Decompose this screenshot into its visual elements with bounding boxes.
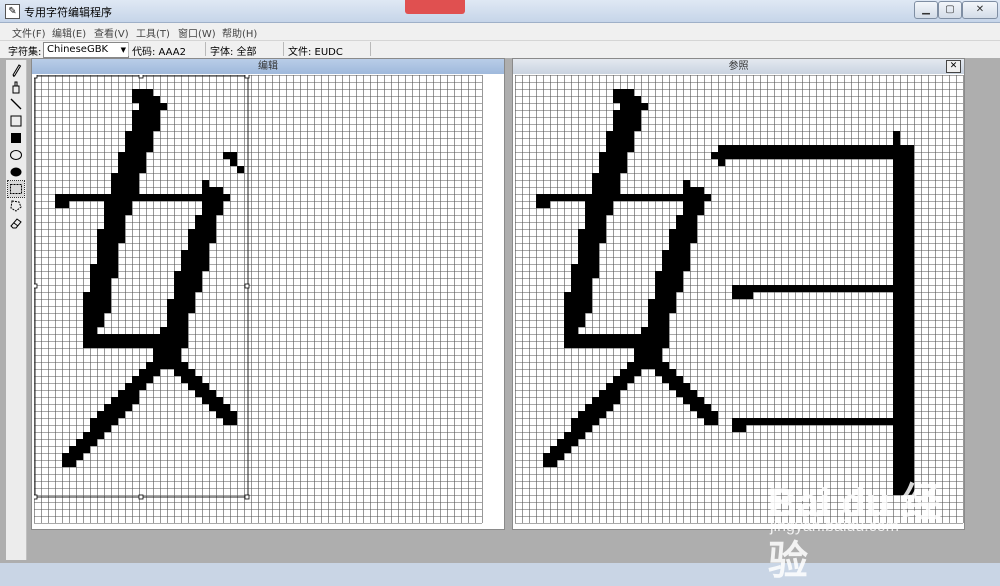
edit-panel: 编辑: [31, 58, 505, 530]
line-icon[interactable]: [8, 96, 24, 112]
charset-select[interactable]: ChineseGBK ▼: [43, 42, 129, 58]
eraser-icon[interactable]: [8, 215, 24, 231]
tool-palette: [6, 60, 27, 560]
divider: [128, 42, 129, 56]
divider: [283, 42, 284, 56]
selection-handle[interactable]: [244, 283, 250, 289]
selection-handle[interactable]: [244, 75, 250, 79]
menu-bar: 文件(F) 编辑(E) 查看(V) 工具(T) 窗口(W) 帮助(H): [0, 23, 1000, 41]
menu-file[interactable]: 文件(F): [12, 25, 46, 40]
selection-handle[interactable]: [34, 494, 38, 500]
reference-grid: [515, 75, 964, 524]
minimize-button[interactable]: ▁: [914, 1, 938, 19]
pencil-icon[interactable]: [8, 62, 24, 78]
baidu-watermark: Bai du 经验 jingyan.baidu.com: [760, 470, 950, 583]
app-icon: ✎: [5, 4, 20, 19]
rectangle-icon[interactable]: [8, 113, 24, 129]
font-readout: 字体: 全部: [210, 47, 257, 58]
menu-tools[interactable]: 工具(T): [136, 25, 170, 40]
code-readout: 代码: AAA2: [132, 47, 186, 58]
selection-handle[interactable]: [34, 283, 38, 289]
reference-panel: 参照 ✕: [512, 58, 965, 530]
selection-handle[interactable]: [244, 494, 250, 500]
ellipse-icon[interactable]: [8, 147, 24, 163]
brush-icon[interactable]: [8, 79, 24, 95]
charset-value: ChineseGBK: [47, 44, 109, 55]
watermark-url: jingyan.baidu.com: [770, 518, 899, 535]
selection-handle[interactable]: [34, 75, 38, 79]
rect-select-icon[interactable]: [7, 180, 25, 198]
info-bar: 字符集: ChineseGBK ▼ 代码: AAA2 字体: 全部 文件: EU…: [0, 41, 1000, 59]
freeform-select-icon[interactable]: [8, 198, 24, 214]
reference-panel-title: 参照: [513, 59, 964, 74]
window-title: 专用字符编辑程序: [24, 6, 112, 19]
menu-edit[interactable]: 编辑(E): [52, 25, 86, 40]
edit-grid[interactable]: [34, 75, 484, 525]
chevron-down-icon: ▼: [120, 46, 126, 54]
filled-ellipse-icon[interactable]: [8, 164, 24, 180]
selection-handle[interactable]: [138, 75, 144, 79]
menu-view[interactable]: 查看(V): [94, 25, 129, 40]
reference-close-button[interactable]: ✕: [946, 60, 961, 73]
divider: [370, 42, 371, 56]
close-button[interactable]: ✕: [962, 1, 998, 19]
file-readout: 文件: EUDC: [288, 47, 343, 58]
menu-window[interactable]: 窗口(W): [178, 25, 216, 40]
maximize-button[interactable]: ▢: [938, 1, 962, 19]
menu-help[interactable]: 帮助(H): [222, 25, 257, 40]
divider: [205, 42, 206, 56]
background-window-tab: [405, 0, 465, 14]
charset-label: 字符集:: [8, 47, 42, 58]
selection-handle[interactable]: [138, 494, 144, 500]
filled-rectangle-icon[interactable]: [8, 130, 24, 146]
title-bar: ✎ 专用字符编辑程序 ▁ ▢ ✕: [0, 0, 1000, 23]
edit-panel-title: 编辑: [32, 59, 504, 74]
